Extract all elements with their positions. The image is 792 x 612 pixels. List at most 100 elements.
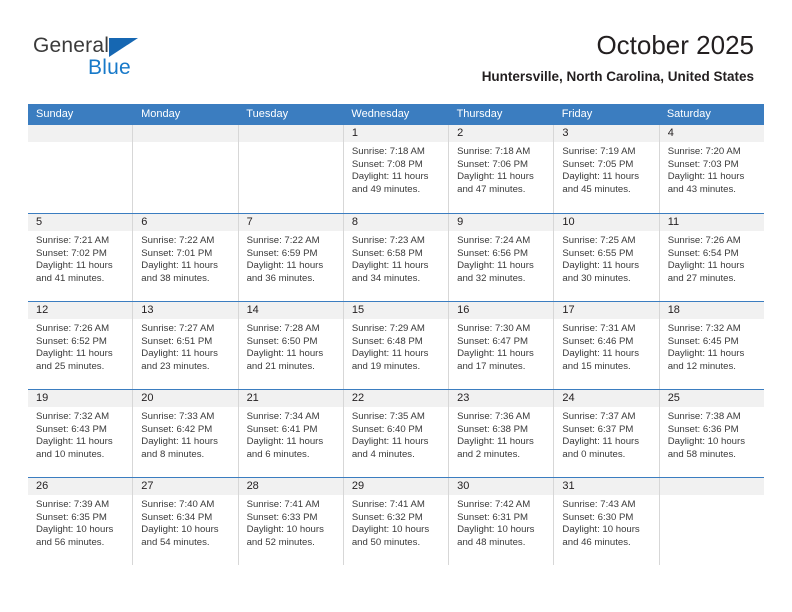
daylight-text: Daylight: 11 hours and 45 minutes. xyxy=(562,171,640,195)
calendar-cell-empty xyxy=(659,478,764,565)
day-number: 2 xyxy=(449,125,554,142)
weekday-header-wednesday: Wednesday xyxy=(351,108,410,120)
calendar-day-cell[interactable]: 12 Sunrise: 7:26 AM Sunset: 6:52 PM Dayligh… xyxy=(28,302,134,389)
daylight-text: Daylight: 10 hours and 46 minutes. xyxy=(562,524,640,548)
calendar-day-cell[interactable]: 17 Sunrise: 7:31 AM Sunset: 6:46 PM Dayligh… xyxy=(554,302,660,389)
day-number: 30 xyxy=(449,478,554,495)
calendar-day-cell[interactable]: 4 Sunrise: 7:20 AM Sunset: 7:03 PM Daylight… xyxy=(659,125,764,213)
calendar-day-cell[interactable]: 2 Sunrise: 7:18 AM Sunset: 7:06 PM Daylight… xyxy=(449,125,555,213)
day-number: 6 xyxy=(133,214,238,231)
sunrise-text: Sunrise: 7:19 AM xyxy=(562,146,636,157)
calendar-day-cell[interactable]: 25 Sunrise: 7:38 AM Sunset: 6:36 PM Dayligh… xyxy=(659,390,764,477)
calendar-day-cell[interactable]: 10 Sunrise: 7:25 AM Sunset: 6:55 PM Dayligh… xyxy=(554,214,660,301)
calendar-page: General Blue October 2025 Huntersville, … xyxy=(0,0,792,612)
calendar-day-cell[interactable]: 28 Sunrise: 7:41 AM Sunset: 6:33 PM Dayligh… xyxy=(238,478,344,565)
calendar-day-cell[interactable]: 15 Sunrise: 7:29 AM Sunset: 6:48 PM Dayligh… xyxy=(343,302,450,389)
day-number: 11 xyxy=(659,214,764,231)
calendar-day-cell[interactable]: 22 Sunrise: 7:35 AM Sunset: 6:40 PM Dayligh… xyxy=(343,390,450,477)
day-sun-info: Sunrise: 7:43 AM Sunset: 6:30 PM Daylight:… xyxy=(554,495,658,549)
sunrise-text: Sunrise: 7:41 AM xyxy=(351,499,425,510)
calendar-day-cell[interactable]: 16 Sunrise: 7:30 AM Sunset: 6:47 PM Dayligh… xyxy=(449,302,555,389)
calendar-day-cell[interactable]: 30 Sunrise: 7:42 AM Sunset: 6:31 PM Dayligh… xyxy=(449,478,555,565)
calendar-day-cell[interactable]: 11 Sunrise: 7:26 AM Sunset: 6:54 PM Dayligh… xyxy=(659,214,764,301)
calendar-day-cell[interactable]: 13 Sunrise: 7:27 AM Sunset: 6:51 PM Dayligh… xyxy=(133,302,239,389)
day-sun-info: Sunrise: 7:35 AM Sunset: 6:40 PM Daylight:… xyxy=(344,407,448,461)
calendar-day-cell[interactable]: 29 Sunrise: 7:41 AM Sunset: 6:32 PM Dayligh… xyxy=(343,478,450,565)
title-block: October 2025 Huntersville, North Carolin… xyxy=(482,29,754,85)
calendar-day-cell[interactable]: 9 Sunrise: 7:24 AM Sunset: 6:56 PM Daylight… xyxy=(449,214,555,301)
daylight-text: Daylight: 11 hours and 32 minutes. xyxy=(457,260,534,284)
day-sun-info: Sunrise: 7:24 AM Sunset: 6:56 PM Daylight:… xyxy=(449,231,553,285)
daylight-text: Daylight: 11 hours and 0 minutes. xyxy=(562,436,640,460)
sunrise-text: Sunrise: 7:24 AM xyxy=(457,235,531,246)
sunset-text: Sunset: 6:32 PM xyxy=(351,511,423,523)
calendar-day-cell[interactable]: 24 Sunrise: 7:37 AM Sunset: 6:37 PM Dayligh… xyxy=(554,390,660,477)
day-number: 22 xyxy=(343,390,449,407)
day-number xyxy=(238,125,343,142)
sunset-text: Sunset: 6:48 PM xyxy=(351,335,423,347)
sunset-text: Sunset: 7:02 PM xyxy=(36,247,107,259)
calendar-week-row: 5 Sunrise: 7:21 AM Sunset: 7:02 PM Daylight… xyxy=(28,213,764,301)
calendar-day-cell[interactable]: 31 Sunrise: 7:43 AM Sunset: 6:30 PM Dayligh… xyxy=(554,478,660,565)
day-number: 10 xyxy=(554,214,659,231)
sunset-text: Sunset: 6:30 PM xyxy=(562,511,634,523)
day-number xyxy=(659,478,764,495)
sunrise-text: Sunrise: 7:23 AM xyxy=(351,235,425,246)
sunset-text: Sunset: 6:43 PM xyxy=(36,423,107,435)
day-number: 8 xyxy=(343,214,449,231)
calendar-day-cell[interactable]: 27 Sunrise: 7:40 AM Sunset: 6:34 PM Dayligh… xyxy=(133,478,239,565)
location-subtitle: Huntersville, North Carolina, United Sta… xyxy=(481,69,754,84)
calendar-day-cell[interactable]: 18 Sunrise: 7:32 AM Sunset: 6:45 PM Dayligh… xyxy=(659,302,764,389)
weekday-header-thursday: Thursday xyxy=(456,108,503,120)
page-title: October 2025 xyxy=(596,30,754,60)
sunset-text: Sunset: 6:51 PM xyxy=(141,335,213,347)
sunrise-text: Sunrise: 7:43 AM xyxy=(562,499,636,510)
sunrise-text: Sunrise: 7:40 AM xyxy=(141,499,215,510)
calendar-day-cell[interactable]: 3 Sunrise: 7:19 AM Sunset: 7:05 PM Daylight… xyxy=(554,125,660,213)
sunrise-text: Sunrise: 7:18 AM xyxy=(351,146,425,157)
day-number: 13 xyxy=(133,302,238,319)
day-number: 19 xyxy=(28,390,133,407)
calendar-week-row: 1 Sunrise: 7:18 AM Sunset: 7:08 PM Daylight… xyxy=(28,125,764,213)
day-sun-info: Sunrise: 7:36 AM Sunset: 6:38 PM Daylight:… xyxy=(449,407,553,461)
day-number: 21 xyxy=(238,390,343,407)
day-number: 20 xyxy=(133,390,238,407)
calendar-day-cell[interactable]: 26 Sunrise: 7:39 AM Sunset: 6:35 PM Dayligh… xyxy=(28,478,134,565)
sunset-text: Sunset: 6:52 PM xyxy=(36,335,107,347)
day-sun-info: Sunrise: 7:28 AM Sunset: 6:50 PM Daylight:… xyxy=(239,319,343,373)
sunset-text: Sunset: 6:40 PM xyxy=(351,423,423,435)
sunrise-text: Sunrise: 7:26 AM xyxy=(667,235,741,246)
sunset-text: Sunset: 6:31 PM xyxy=(457,511,529,523)
sunrise-text: Sunrise: 7:29 AM xyxy=(351,323,425,334)
sunset-text: Sunset: 6:45 PM xyxy=(667,335,739,347)
day-sun-info: Sunrise: 7:32 AM Sunset: 6:43 PM Daylight:… xyxy=(28,407,132,461)
logo-text-general: General xyxy=(33,34,110,57)
general-blue-logo[interactable]: General Blue xyxy=(33,34,233,82)
calendar-day-cell[interactable]: 8 Sunrise: 7:23 AM Sunset: 6:58 PM Daylight… xyxy=(343,214,450,301)
calendar-day-cell[interactable]: 23 Sunrise: 7:36 AM Sunset: 6:38 PM Dayligh… xyxy=(449,390,555,477)
day-number: 16 xyxy=(449,302,554,319)
daylight-text: Daylight: 11 hours and 27 minutes. xyxy=(667,260,745,284)
sunrise-text: Sunrise: 7:18 AM xyxy=(457,146,531,157)
calendar-day-cell[interactable]: 20 Sunrise: 7:33 AM Sunset: 6:42 PM Dayligh… xyxy=(133,390,239,477)
calendar-day-cell[interactable]: 19 Sunrise: 7:32 AM Sunset: 6:43 PM Dayligh… xyxy=(28,390,134,477)
daylight-text: Daylight: 11 hours and 2 minutes. xyxy=(457,436,534,460)
day-sun-info: Sunrise: 7:26 AM Sunset: 6:52 PM Daylight:… xyxy=(28,319,132,373)
calendar-day-cell[interactable]: 21 Sunrise: 7:34 AM Sunset: 6:41 PM Dayligh… xyxy=(238,390,344,477)
calendar-day-cell[interactable]: 1 Sunrise: 7:18 AM Sunset: 7:08 PM Daylight… xyxy=(343,125,450,213)
daylight-text: Daylight: 11 hours and 34 minutes. xyxy=(351,260,429,284)
sunset-text: Sunset: 6:38 PM xyxy=(457,423,529,435)
calendar-week-row: 19 Sunrise: 7:32 AM Sunset: 6:43 PM Dayligh… xyxy=(28,389,764,477)
calendar-day-cell[interactable]: 6 Sunrise: 7:22 AM Sunset: 7:01 PM Daylight… xyxy=(133,214,239,301)
calendar-day-cell[interactable]: 7 Sunrise: 7:22 AM Sunset: 6:59 PM Daylight… xyxy=(238,214,344,301)
calendar-day-cell[interactable]: 14 Sunrise: 7:28 AM Sunset: 6:50 PM Dayligh… xyxy=(238,302,344,389)
sunset-text: Sunset: 6:55 PM xyxy=(562,247,634,259)
daylight-text: Daylight: 10 hours and 56 minutes. xyxy=(36,524,114,548)
day-number: 9 xyxy=(449,214,554,231)
daylight-text: Daylight: 11 hours and 25 minutes. xyxy=(36,348,113,372)
day-sun-info: Sunrise: 7:22 AM Sunset: 6:59 PM Daylight:… xyxy=(239,231,343,285)
sunset-text: Sunset: 7:03 PM xyxy=(667,158,739,170)
daylight-text: Daylight: 10 hours and 52 minutes. xyxy=(246,524,324,548)
calendar-day-cell[interactable]: 5 Sunrise: 7:21 AM Sunset: 7:02 PM Daylight… xyxy=(28,214,134,301)
day-sun-info: Sunrise: 7:32 AM Sunset: 6:45 PM Daylight:… xyxy=(660,319,764,373)
